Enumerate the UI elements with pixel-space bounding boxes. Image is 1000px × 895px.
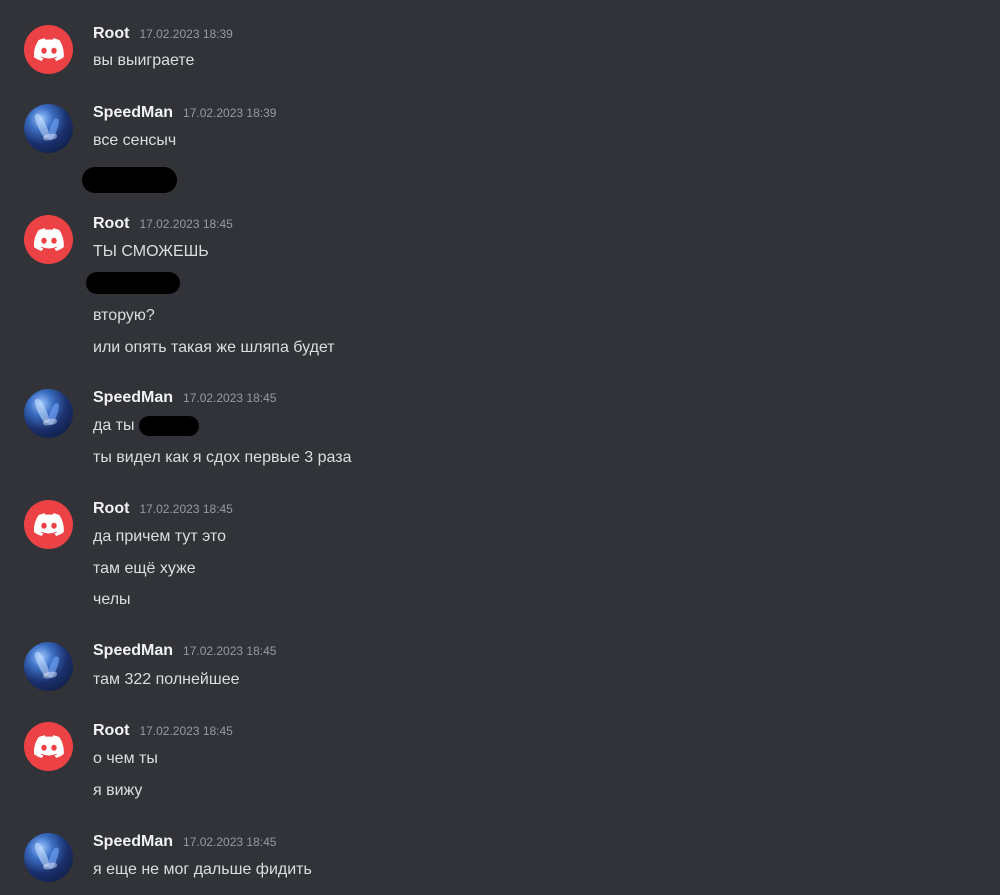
message-text: челы: [93, 591, 131, 608]
redaction-mark: [139, 416, 199, 436]
message-text: ты видел как я сдох первые 3 раза: [93, 449, 352, 466]
discord-logo-icon: [33, 513, 64, 536]
message-text: вы выиграете: [93, 52, 195, 69]
username[interactable]: SpeedMan: [93, 642, 173, 660]
avatar[interactable]: [24, 215, 73, 264]
avatar[interactable]: [24, 500, 73, 549]
message-text: я вижу: [93, 782, 143, 799]
message-header: Root 17.02.2023 18:39: [93, 25, 233, 47]
timestamp[interactable]: 17.02.2023 18:39: [139, 27, 232, 41]
timestamp[interactable]: 17.02.2023 18:45: [183, 644, 276, 658]
message-text: я еще не мог дальше фидить: [93, 861, 312, 878]
avatar[interactable]: [24, 104, 73, 153]
message-header: Root 17.02.2023 18:45: [93, 215, 233, 237]
username[interactable]: SpeedMan: [93, 389, 173, 407]
discord-logo-icon: [33, 38, 64, 61]
avatar[interactable]: [24, 25, 73, 74]
username[interactable]: Root: [93, 722, 129, 740]
message-text: все сенсыч: [93, 132, 177, 149]
message-text: о чем ты: [93, 750, 158, 767]
discord-logo-icon: [33, 228, 64, 251]
avatar[interactable]: [24, 389, 73, 438]
message-header: SpeedMan 17.02.2023 18:39: [93, 104, 276, 126]
message-text: там 322 полнейшее: [93, 671, 240, 688]
message-header: Root 17.02.2023 18:45: [93, 722, 233, 744]
timestamp[interactable]: 17.02.2023 18:45: [183, 391, 276, 405]
message-header: SpeedMan 17.02.2023 18:45: [93, 642, 276, 664]
timestamp[interactable]: 17.02.2023 18:39: [183, 106, 276, 120]
timestamp[interactable]: 17.02.2023 18:45: [139, 217, 232, 231]
discord-logo-icon: [33, 735, 64, 758]
timestamp[interactable]: 17.02.2023 18:45: [139, 724, 232, 738]
avatar[interactable]: [24, 642, 73, 691]
username[interactable]: Root: [93, 215, 129, 233]
avatar[interactable]: [24, 833, 73, 882]
redaction-mark: [86, 272, 180, 294]
message-text: или опять такая же шляпа будет: [93, 339, 335, 356]
avatar[interactable]: [24, 722, 73, 771]
redaction-mark: [82, 167, 177, 193]
message-text: да причем тут это: [93, 528, 226, 545]
timestamp[interactable]: 17.02.2023 18:45: [183, 835, 276, 849]
username[interactable]: SpeedMan: [93, 104, 173, 122]
username[interactable]: SpeedMan: [93, 833, 173, 851]
message-header: Root 17.02.2023 18:45: [93, 500, 233, 522]
message-header: SpeedMan 17.02.2023 18:45: [93, 833, 276, 855]
message-text: да ты: [93, 417, 135, 434]
message-text: ТЫ СМОЖЕШЬ: [93, 243, 209, 260]
chat-message-list: Root 17.02.2023 18:39 вы выиграете Speed…: [0, 0, 1000, 895]
message-header: SpeedMan 17.02.2023 18:45: [93, 389, 276, 411]
username[interactable]: Root: [93, 500, 129, 518]
username[interactable]: Root: [93, 25, 129, 43]
timestamp[interactable]: 17.02.2023 18:45: [139, 502, 232, 516]
message-text: там ещё хуже: [93, 560, 196, 577]
message-text: вторую?: [93, 307, 155, 324]
